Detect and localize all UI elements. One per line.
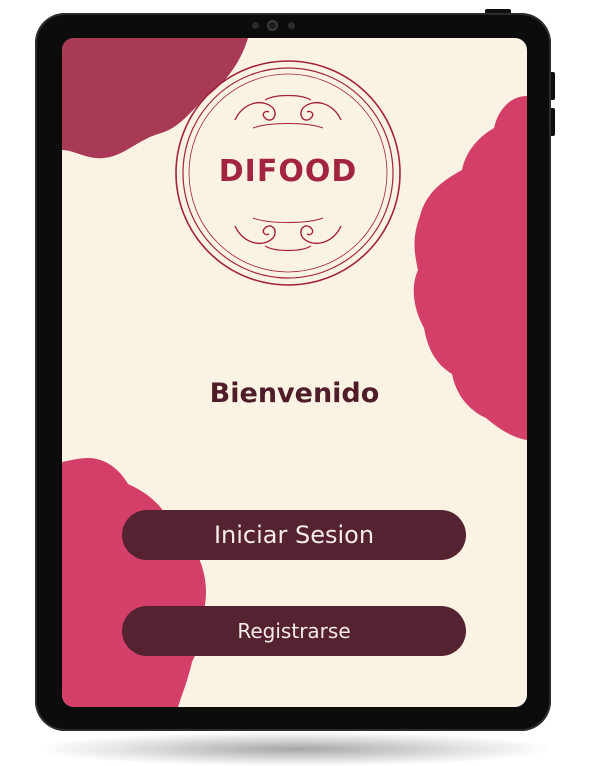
page: DIFOOD Bienvenido Iniciar Sesion Registr… bbox=[0, 0, 589, 766]
sensor-icon bbox=[288, 22, 295, 29]
brand-title: DIFOOD bbox=[218, 154, 358, 189]
camera-icon bbox=[267, 20, 278, 31]
login-button[interactable]: Iniciar Sesion bbox=[122, 510, 466, 560]
app-screen: DIFOOD Bienvenido Iniciar Sesion Registr… bbox=[62, 38, 527, 707]
bottom-left-blob bbox=[62, 458, 206, 707]
welcome-heading: Bienvenido bbox=[209, 378, 380, 409]
register-button[interactable]: Registrarse bbox=[122, 606, 466, 656]
sensor-icon bbox=[252, 22, 259, 29]
device-shadow bbox=[40, 732, 550, 766]
